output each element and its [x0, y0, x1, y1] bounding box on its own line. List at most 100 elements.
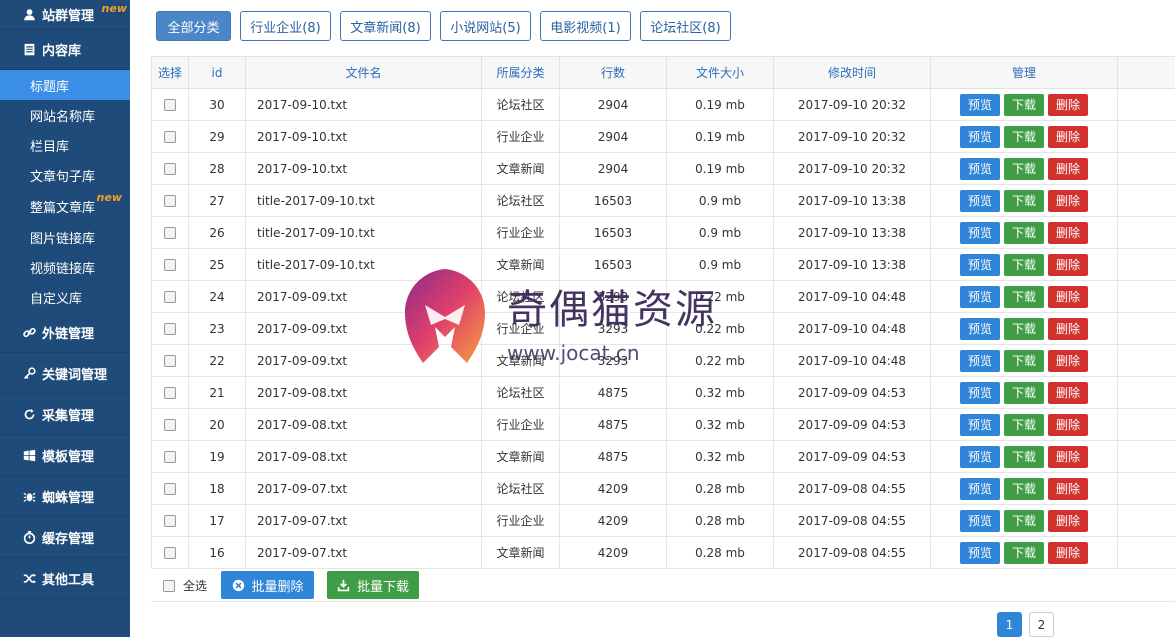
row-checkbox[interactable]: [164, 99, 176, 111]
sidebar-menu-item[interactable]: 关键词管理: [0, 353, 130, 394]
delete-button[interactable]: 删除: [1048, 541, 1088, 564]
category-tab[interactable]: 全部分类: [156, 11, 231, 41]
row-checkbox[interactable]: [164, 451, 176, 463]
preview-button[interactable]: 预览: [960, 445, 1000, 468]
download-button[interactable]: 下载: [1004, 189, 1044, 212]
preview-button[interactable]: 预览: [960, 285, 1000, 308]
sidebar-subitem[interactable]: 标题库: [0, 70, 130, 100]
preview-button[interactable]: 预览: [960, 509, 1000, 532]
sidebar-subitem[interactable]: 栏目库: [0, 130, 130, 160]
menu-site-group[interactable]: 站群管理 new: [0, 0, 130, 30]
preview-button[interactable]: 预览: [960, 189, 1000, 212]
actions-cell: 预览 下载 删除: [930, 312, 1118, 345]
sidebar-subitem[interactable]: 网站名称库: [0, 100, 130, 130]
lines-cell: 3293: [559, 312, 667, 345]
download-button[interactable]: 下载: [1004, 285, 1044, 308]
delete-button[interactable]: 删除: [1048, 477, 1088, 500]
row-checkbox[interactable]: [164, 483, 176, 495]
row-checkbox[interactable]: [164, 291, 176, 303]
download-button[interactable]: 下载: [1004, 381, 1044, 404]
row-checkbox[interactable]: [164, 195, 176, 207]
download-button[interactable]: 下载: [1004, 413, 1044, 436]
preview-button[interactable]: 预览: [960, 125, 1000, 148]
preview-button[interactable]: 预览: [960, 317, 1000, 340]
checkbox-icon[interactable]: [163, 579, 175, 592]
category-cell: 文章新闻: [481, 440, 560, 473]
download-button[interactable]: 下载: [1004, 221, 1044, 244]
sidebar-subitem[interactable]: 视频链接库: [0, 252, 130, 282]
select-cell: [151, 440, 189, 473]
select-all-checkbox[interactable]: 全选: [163, 577, 207, 594]
sidebar-menu-item[interactable]: 蜘蛛管理: [0, 476, 130, 517]
preview-button[interactable]: 预览: [960, 477, 1000, 500]
sidebar-subitem[interactable]: 图片链接库: [0, 222, 130, 252]
spacer-cell: [1117, 408, 1175, 441]
delete-button[interactable]: 删除: [1048, 157, 1088, 180]
category-tab[interactable]: 文章新闻(8): [340, 11, 431, 41]
row-checkbox[interactable]: [164, 419, 176, 431]
preview-button[interactable]: 预览: [960, 93, 1000, 116]
modified-cell: 2017-09-10 04:48: [773, 280, 931, 313]
download-button[interactable]: 下载: [1004, 157, 1044, 180]
delete-button[interactable]: 删除: [1048, 509, 1088, 532]
menu-content-library[interactable]: 内容库: [0, 30, 130, 70]
row-checkbox[interactable]: [164, 259, 176, 271]
row-checkbox[interactable]: [164, 355, 176, 367]
row-checkbox[interactable]: [164, 515, 176, 527]
row-checkbox[interactable]: [164, 387, 176, 399]
sidebar-menu-item[interactable]: 采集管理: [0, 394, 130, 435]
sidebar-menu-item[interactable]: 模板管理: [0, 435, 130, 476]
download-button[interactable]: 下载: [1004, 477, 1044, 500]
delete-button[interactable]: 删除: [1048, 317, 1088, 340]
download-button[interactable]: 下载: [1004, 509, 1044, 532]
delete-button[interactable]: 删除: [1048, 189, 1088, 212]
delete-button[interactable]: 删除: [1048, 349, 1088, 372]
download-button[interactable]: 下载: [1004, 125, 1044, 148]
row-checkbox[interactable]: [164, 323, 176, 335]
filename-cell: title-2017-09-10.txt: [245, 248, 482, 281]
delete-button[interactable]: 删除: [1048, 445, 1088, 468]
batch-delete-button[interactable]: 批量删除: [221, 571, 314, 599]
download-button[interactable]: 下载: [1004, 445, 1044, 468]
delete-button[interactable]: 删除: [1048, 221, 1088, 244]
page-button[interactable]: 2: [1029, 612, 1054, 637]
spacer-cell: [1117, 504, 1175, 537]
delete-button[interactable]: 删除: [1048, 413, 1088, 436]
row-checkbox[interactable]: [164, 547, 176, 559]
download-button[interactable]: 下载: [1004, 349, 1044, 372]
preview-button[interactable]: 预览: [960, 157, 1000, 180]
download-button[interactable]: 下载: [1004, 541, 1044, 564]
category-cell: 行业企业: [481, 120, 560, 153]
category-tab[interactable]: 电影视频(1): [540, 11, 631, 41]
select-cell: [151, 312, 189, 345]
row-checkbox[interactable]: [164, 131, 176, 143]
delete-button[interactable]: 删除: [1048, 93, 1088, 116]
sidebar-subitem[interactable]: 文章句子库: [0, 160, 130, 190]
row-checkbox[interactable]: [164, 227, 176, 239]
page-button[interactable]: 1: [997, 612, 1022, 637]
delete-button[interactable]: 删除: [1048, 253, 1088, 276]
delete-button[interactable]: 删除: [1048, 125, 1088, 148]
preview-button[interactable]: 预览: [960, 381, 1000, 404]
delete-button[interactable]: 删除: [1048, 285, 1088, 308]
sidebar-subitem[interactable]: 整篇文章库 new: [0, 190, 130, 222]
preview-button[interactable]: 预览: [960, 349, 1000, 372]
download-icon: [337, 578, 351, 592]
preview-button[interactable]: 预览: [960, 221, 1000, 244]
download-button[interactable]: 下载: [1004, 253, 1044, 276]
category-tab[interactable]: 行业企业(8): [240, 11, 331, 41]
category-tab[interactable]: 小说网站(5): [440, 11, 531, 41]
preview-button[interactable]: 预览: [960, 413, 1000, 436]
sidebar-menu-item[interactable]: 缓存管理: [0, 517, 130, 558]
batch-download-button[interactable]: 批量下载: [327, 571, 419, 599]
delete-button[interactable]: 删除: [1048, 381, 1088, 404]
category-tab[interactable]: 论坛社区(8): [640, 11, 731, 41]
download-button[interactable]: 下载: [1004, 317, 1044, 340]
row-checkbox[interactable]: [164, 163, 176, 175]
sidebar-menu-item[interactable]: 外链管理: [0, 312, 130, 353]
preview-button[interactable]: 预览: [960, 541, 1000, 564]
sidebar-menu-item[interactable]: 其他工具: [0, 558, 130, 599]
preview-button[interactable]: 预览: [960, 253, 1000, 276]
sidebar-subitem[interactable]: 自定义库: [0, 282, 130, 312]
download-button[interactable]: 下载: [1004, 93, 1044, 116]
